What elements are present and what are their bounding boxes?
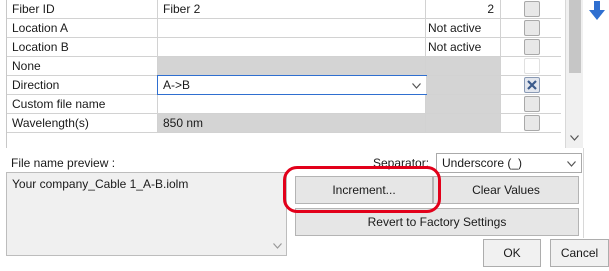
row-label: Location B bbox=[7, 38, 158, 56]
status-text bbox=[426, 57, 501, 75]
include-checkbox bbox=[524, 58, 540, 74]
chevron-down-icon bbox=[273, 239, 282, 253]
clear-values-button[interactable]: Clear Values bbox=[433, 176, 579, 204]
row-label: Location A bbox=[7, 19, 158, 37]
cancel-button[interactable]: Cancel bbox=[550, 239, 609, 267]
move-down-button[interactable] bbox=[587, 0, 607, 22]
status-text: Not active bbox=[426, 19, 501, 37]
file-name-preview-label: File name preview : bbox=[11, 156, 116, 170]
ok-button[interactable]: OK bbox=[483, 239, 541, 267]
include-checkbox[interactable] bbox=[524, 96, 540, 112]
direction-selected: A->B bbox=[163, 78, 191, 92]
check-x-icon bbox=[527, 80, 537, 90]
grid-scrollbar[interactable] bbox=[565, 0, 583, 148]
annotation-highlight bbox=[283, 166, 441, 213]
grid-row-location-b: Location B Not active bbox=[7, 38, 561, 57]
location-a-value[interactable] bbox=[158, 19, 426, 37]
include-checkbox[interactable] bbox=[524, 39, 540, 55]
grid-row-direction: Direction A->B bbox=[7, 75, 561, 95]
arrow-down-icon bbox=[589, 1, 605, 20]
include-checkbox[interactable] bbox=[524, 1, 540, 17]
status-text bbox=[426, 95, 501, 113]
include-checkbox-checked[interactable] bbox=[524, 77, 540, 93]
grid-row-wavelength: Wavelength(s) 850 nm bbox=[7, 114, 561, 133]
grid-row-location-a: Location A Not active bbox=[7, 19, 561, 38]
check-cell bbox=[501, 0, 561, 18]
status-text bbox=[426, 114, 501, 132]
scrollbar-thumb[interactable] bbox=[569, 0, 581, 73]
check-cell bbox=[501, 38, 561, 56]
row-label: Direction bbox=[7, 76, 158, 94]
direction-dropdown[interactable]: A->B bbox=[157, 75, 427, 95]
include-checkbox[interactable] bbox=[524, 115, 540, 131]
check-cell bbox=[501, 95, 561, 113]
status-text bbox=[426, 76, 501, 94]
custom-file-name-value[interactable] bbox=[158, 95, 426, 113]
file-name-preview-text: Your company_Cable 1_A-B.iolm bbox=[12, 177, 189, 191]
grid-row-custom-file-name: Custom file name bbox=[7, 95, 561, 114]
separator-selected: Underscore (_) bbox=[442, 156, 523, 170]
grid-row-none: None bbox=[7, 57, 561, 76]
row-label: None bbox=[7, 57, 158, 75]
row-label: Custom file name bbox=[7, 95, 158, 113]
chevron-down-icon[interactable] bbox=[570, 133, 579, 144]
wavelength-value: 850 nm bbox=[158, 114, 426, 132]
check-cell bbox=[501, 19, 561, 37]
none-value bbox=[158, 57, 426, 75]
chevron-down-icon[interactable] bbox=[412, 77, 421, 94]
identifiers-grid: Fiber ID Fiber 2 2 Location A Not active… bbox=[6, 0, 566, 148]
separator-dropdown[interactable]: Underscore (_) bbox=[436, 153, 582, 173]
chevron-down-icon[interactable] bbox=[567, 155, 576, 173]
location-b-value[interactable] bbox=[158, 38, 426, 56]
row-label: Fiber ID bbox=[7, 0, 158, 18]
include-checkbox[interactable] bbox=[524, 20, 540, 36]
check-cell bbox=[501, 57, 561, 75]
file-name-preview-box: Your company_Cable 1_A-B.iolm bbox=[6, 172, 287, 256]
divider bbox=[583, 148, 584, 238]
row-label: Wavelength(s) bbox=[7, 114, 158, 132]
fiber-id-value[interactable]: Fiber 2 bbox=[158, 0, 426, 18]
check-cell bbox=[501, 114, 561, 132]
fiber-id-counter[interactable]: 2 bbox=[426, 0, 501, 18]
status-text: Not active bbox=[426, 38, 501, 56]
check-cell bbox=[501, 76, 561, 94]
counter-number: 2 bbox=[487, 2, 494, 16]
grid-row-fiber-id: Fiber ID Fiber 2 2 bbox=[7, 0, 561, 19]
